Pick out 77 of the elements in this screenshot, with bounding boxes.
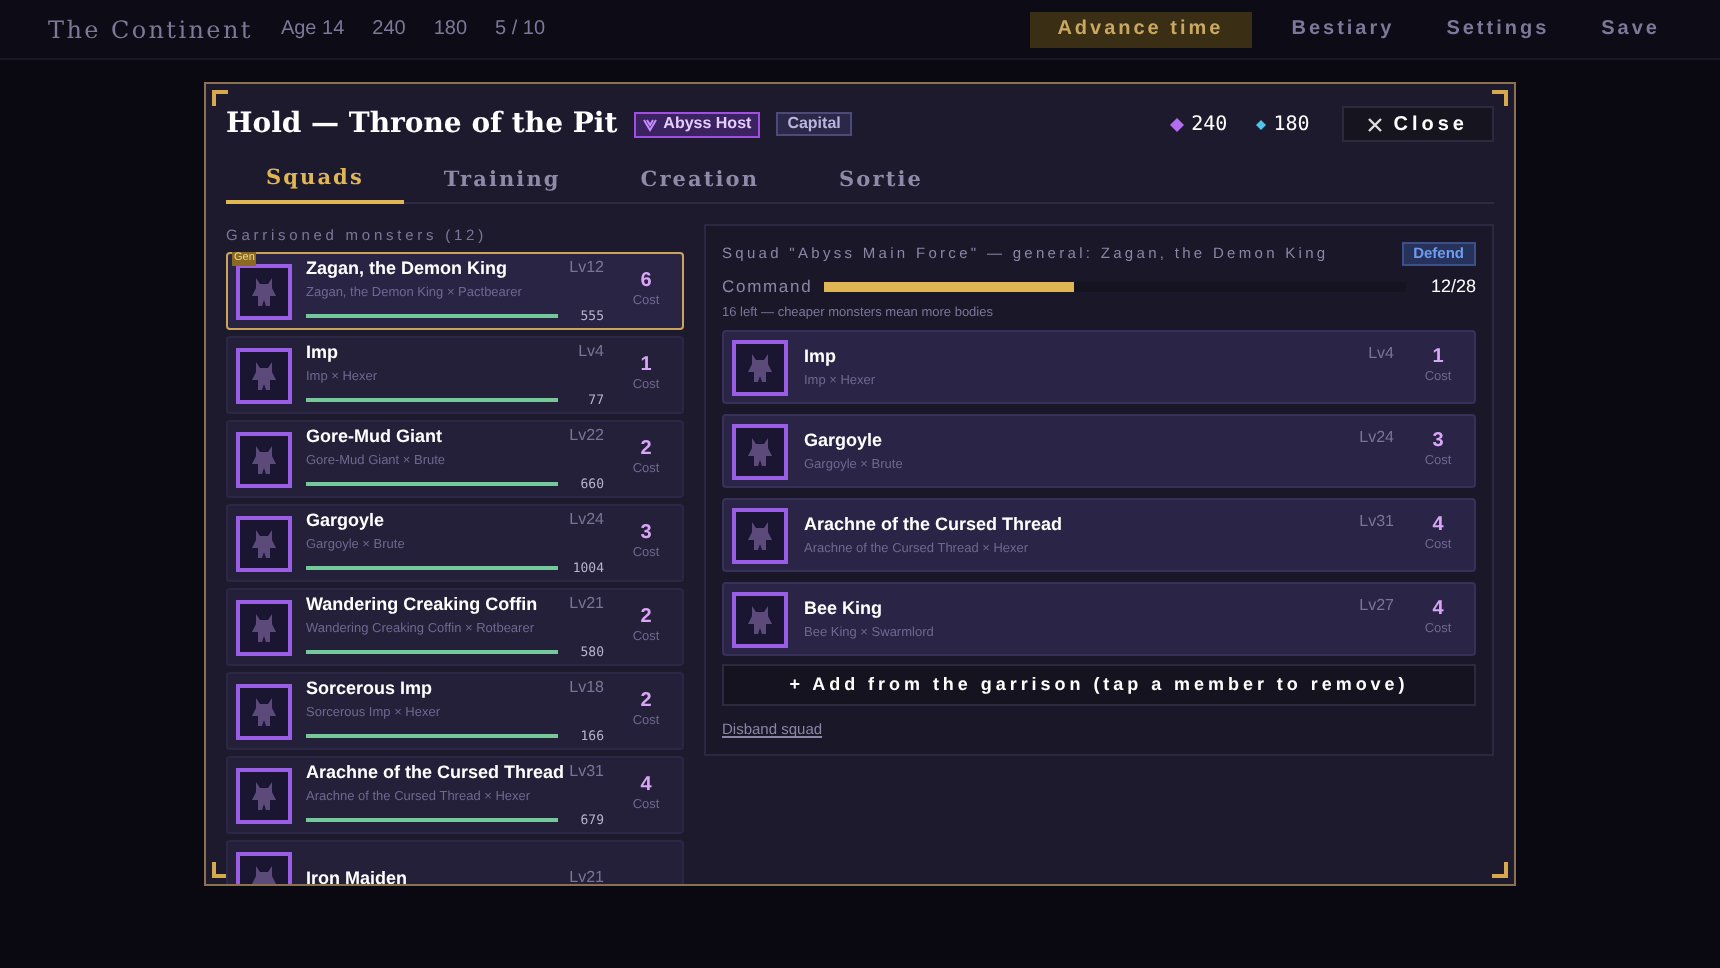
creature-icon — [250, 359, 278, 392]
level-label: Lv24 — [569, 508, 604, 533]
level-label: Lv31 — [569, 760, 604, 785]
topbar-button[interactable]: Advance time — [1029, 11, 1252, 47]
monster-name: Sorcerous Imp — [306, 676, 433, 703]
mana-count: 180 — [1255, 109, 1310, 139]
mana-count: 180 — [433, 16, 468, 44]
creature-icon — [746, 519, 774, 552]
level-label: Lv21 — [569, 592, 604, 617]
level-label: Lv27 — [1359, 594, 1394, 619]
cost-value: 1 — [1432, 346, 1444, 369]
corner-ornament-icon — [212, 862, 228, 878]
level-label: Lv18 — [569, 676, 604, 701]
add-member-button[interactable]: + Add from the garrison (tap a member to remove) — [722, 664, 1476, 707]
topbar-button[interactable]: Save — [1589, 11, 1672, 47]
monster-name: Arachne of the Cursed Thread — [804, 512, 1065, 539]
level-label: Lv31 — [1359, 510, 1394, 535]
monster-name: Bee King — [804, 596, 885, 623]
cost-value: 3 — [640, 522, 652, 545]
gem-count: 240 — [1169, 109, 1228, 139]
creature-icon — [250, 527, 278, 560]
monster-name: Gargoyle — [306, 508, 385, 535]
creature-icon — [250, 779, 278, 812]
monster-name: Zagan, the Demon King — [306, 256, 508, 283]
creature-icon — [250, 275, 278, 308]
monster-name: Imp — [804, 344, 839, 371]
cost-value: 3 — [1432, 430, 1444, 453]
cost-value: 2 — [640, 606, 652, 629]
topbar-button[interactable]: Settings — [1434, 11, 1562, 47]
monster-card[interactable]: Iron Maiden Lv21 — [226, 840, 684, 884]
creature-icon — [250, 695, 278, 728]
topbar-button[interactable]: Bestiary — [1279, 11, 1407, 47]
monster-name: Arachne of the Cursed Thread — [306, 760, 565, 787]
corner-ornament-icon — [1492, 862, 1508, 878]
level-label: Lv24 — [1359, 426, 1394, 451]
monster-name: Gargoyle — [804, 428, 885, 455]
cost-value: 2 — [640, 438, 652, 461]
monster-name: Wandering Creaking Coffin — [306, 592, 538, 619]
command-label: Command — [722, 274, 813, 301]
monster-name: Imp — [306, 340, 339, 367]
modal-title: Hold — Throne of the Pit — [226, 105, 618, 143]
gem-count: 240 — [372, 16, 406, 44]
command-reading: 12/28 — [1430, 274, 1476, 300]
diamond-icon — [1169, 117, 1184, 131]
level-label: Lv4 — [1368, 342, 1394, 367]
level-label: Lv22 — [569, 424, 604, 449]
creature-icon — [250, 443, 278, 476]
tab[interactable]: Creation — [600, 160, 800, 204]
close-icon — [1367, 117, 1382, 131]
tab[interactable]: Sortie — [799, 160, 963, 204]
tab[interactable]: Squads — [226, 160, 404, 204]
tab[interactable]: Training — [403, 160, 601, 204]
age-label: Age 14 — [280, 16, 345, 44]
monster-name: Gore-Mud Giant — [306, 424, 442, 451]
diamond-icon — [1255, 119, 1266, 129]
cost-value: 4 — [1432, 514, 1444, 537]
cost-value: 2 — [640, 690, 652, 713]
cost-value: 4 — [1432, 598, 1444, 621]
level-label: Lv4 — [578, 340, 604, 365]
level-label: Lv21 — [569, 866, 604, 884]
corner-ornament-icon — [212, 90, 228, 106]
monster-name: Iron Maiden — [306, 866, 408, 884]
close-button[interactable]: Close — [1341, 106, 1494, 142]
cost-value: 1 — [640, 354, 652, 377]
map-title: The Continent — [48, 13, 253, 47]
level-label: Lv12 — [569, 256, 604, 281]
faction-badge: Abyss Host — [633, 111, 760, 137]
creature-icon — [746, 351, 774, 384]
corner-ornament-icon — [1492, 90, 1508, 106]
creature-icon — [746, 435, 774, 468]
creature-icon — [250, 611, 278, 644]
horns-icon — [641, 117, 658, 131]
hold-count: 5 / 10 — [495, 16, 546, 44]
cost-value: 4 — [640, 774, 652, 797]
creature-icon — [746, 603, 774, 636]
capital-badge: Capital — [775, 112, 853, 136]
cost-value: 6 — [640, 270, 652, 293]
